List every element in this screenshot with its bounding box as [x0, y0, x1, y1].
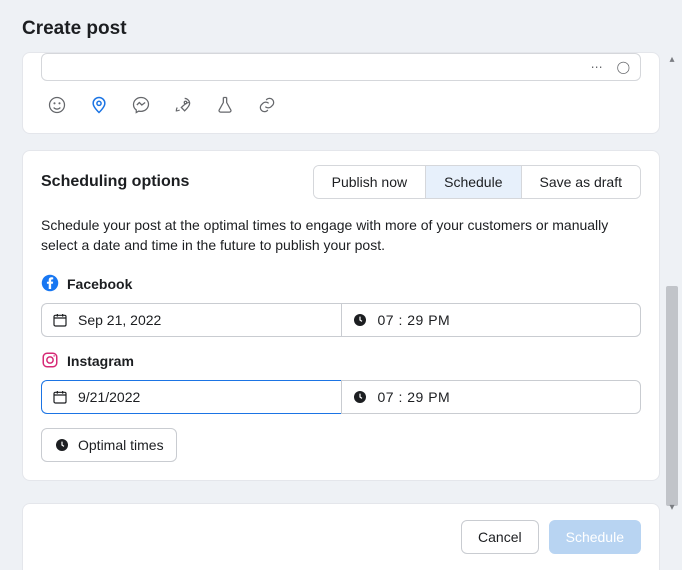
vertical-scrollbar[interactable]: ▴ ▾: [666, 58, 678, 510]
location-icon[interactable]: [89, 95, 109, 115]
scheduling-card: Scheduling options Publish now Schedule …: [22, 150, 660, 481]
optimal-times-button[interactable]: Optimal times: [41, 428, 177, 462]
scheduling-tab-group: Publish now Schedule Save as draft: [313, 165, 641, 199]
clock-icon: [54, 437, 70, 453]
link-icon[interactable]: [257, 95, 277, 115]
instagram-label: Instagram: [41, 351, 641, 372]
calendar-icon: [52, 312, 68, 328]
scheduling-title: Scheduling options: [41, 173, 189, 191]
instagram-time-value: 07 : 29 PM: [378, 389, 451, 405]
rocket-icon[interactable]: [173, 95, 193, 115]
composer-status-icon-1: ⋯: [591, 60, 603, 74]
scheduling-help-text: Schedule your post at the optimal times …: [41, 215, 641, 256]
composer-card: ⋯ ◯: [22, 52, 660, 134]
facebook-icon: [41, 274, 59, 295]
instagram-date-input[interactable]: 9/21/2022: [41, 380, 341, 414]
clock-icon: [352, 389, 368, 405]
clock-icon: [352, 312, 368, 328]
tab-save-draft[interactable]: Save as draft: [522, 166, 641, 198]
scroll-down-arrow[interactable]: ▾: [666, 502, 678, 514]
instagram-icon: [41, 351, 59, 372]
instagram-time-input[interactable]: 07 : 29 PM: [341, 380, 642, 414]
instagram-date-value: 9/21/2022: [78, 389, 140, 405]
facebook-time-value: 07 : 29 PM: [378, 312, 451, 328]
tab-schedule[interactable]: Schedule: [426, 166, 521, 198]
emoji-icon[interactable]: [47, 95, 67, 115]
schedule-button[interactable]: Schedule: [549, 520, 641, 554]
composer-text-area[interactable]: ⋯ ◯: [41, 53, 641, 81]
instagram-label-text: Instagram: [67, 353, 134, 369]
facebook-label-text: Facebook: [67, 276, 132, 292]
tab-publish-now[interactable]: Publish now: [314, 166, 427, 198]
facebook-label: Facebook: [41, 274, 641, 295]
flask-icon[interactable]: [215, 95, 235, 115]
facebook-date-input[interactable]: Sep 21, 2022: [41, 303, 341, 337]
messenger-icon[interactable]: [131, 95, 151, 115]
footer-bar: Cancel Schedule: [22, 503, 660, 570]
facebook-time-input[interactable]: 07 : 29 PM: [341, 303, 642, 337]
calendar-icon: [52, 389, 68, 405]
composer-status-icon-2: ◯: [617, 60, 630, 74]
cancel-button[interactable]: Cancel: [461, 520, 539, 554]
page-title: Create post: [22, 18, 660, 40]
scrollbar-thumb[interactable]: [666, 286, 678, 506]
optimal-times-label: Optimal times: [78, 437, 164, 453]
facebook-date-value: Sep 21, 2022: [78, 312, 161, 328]
